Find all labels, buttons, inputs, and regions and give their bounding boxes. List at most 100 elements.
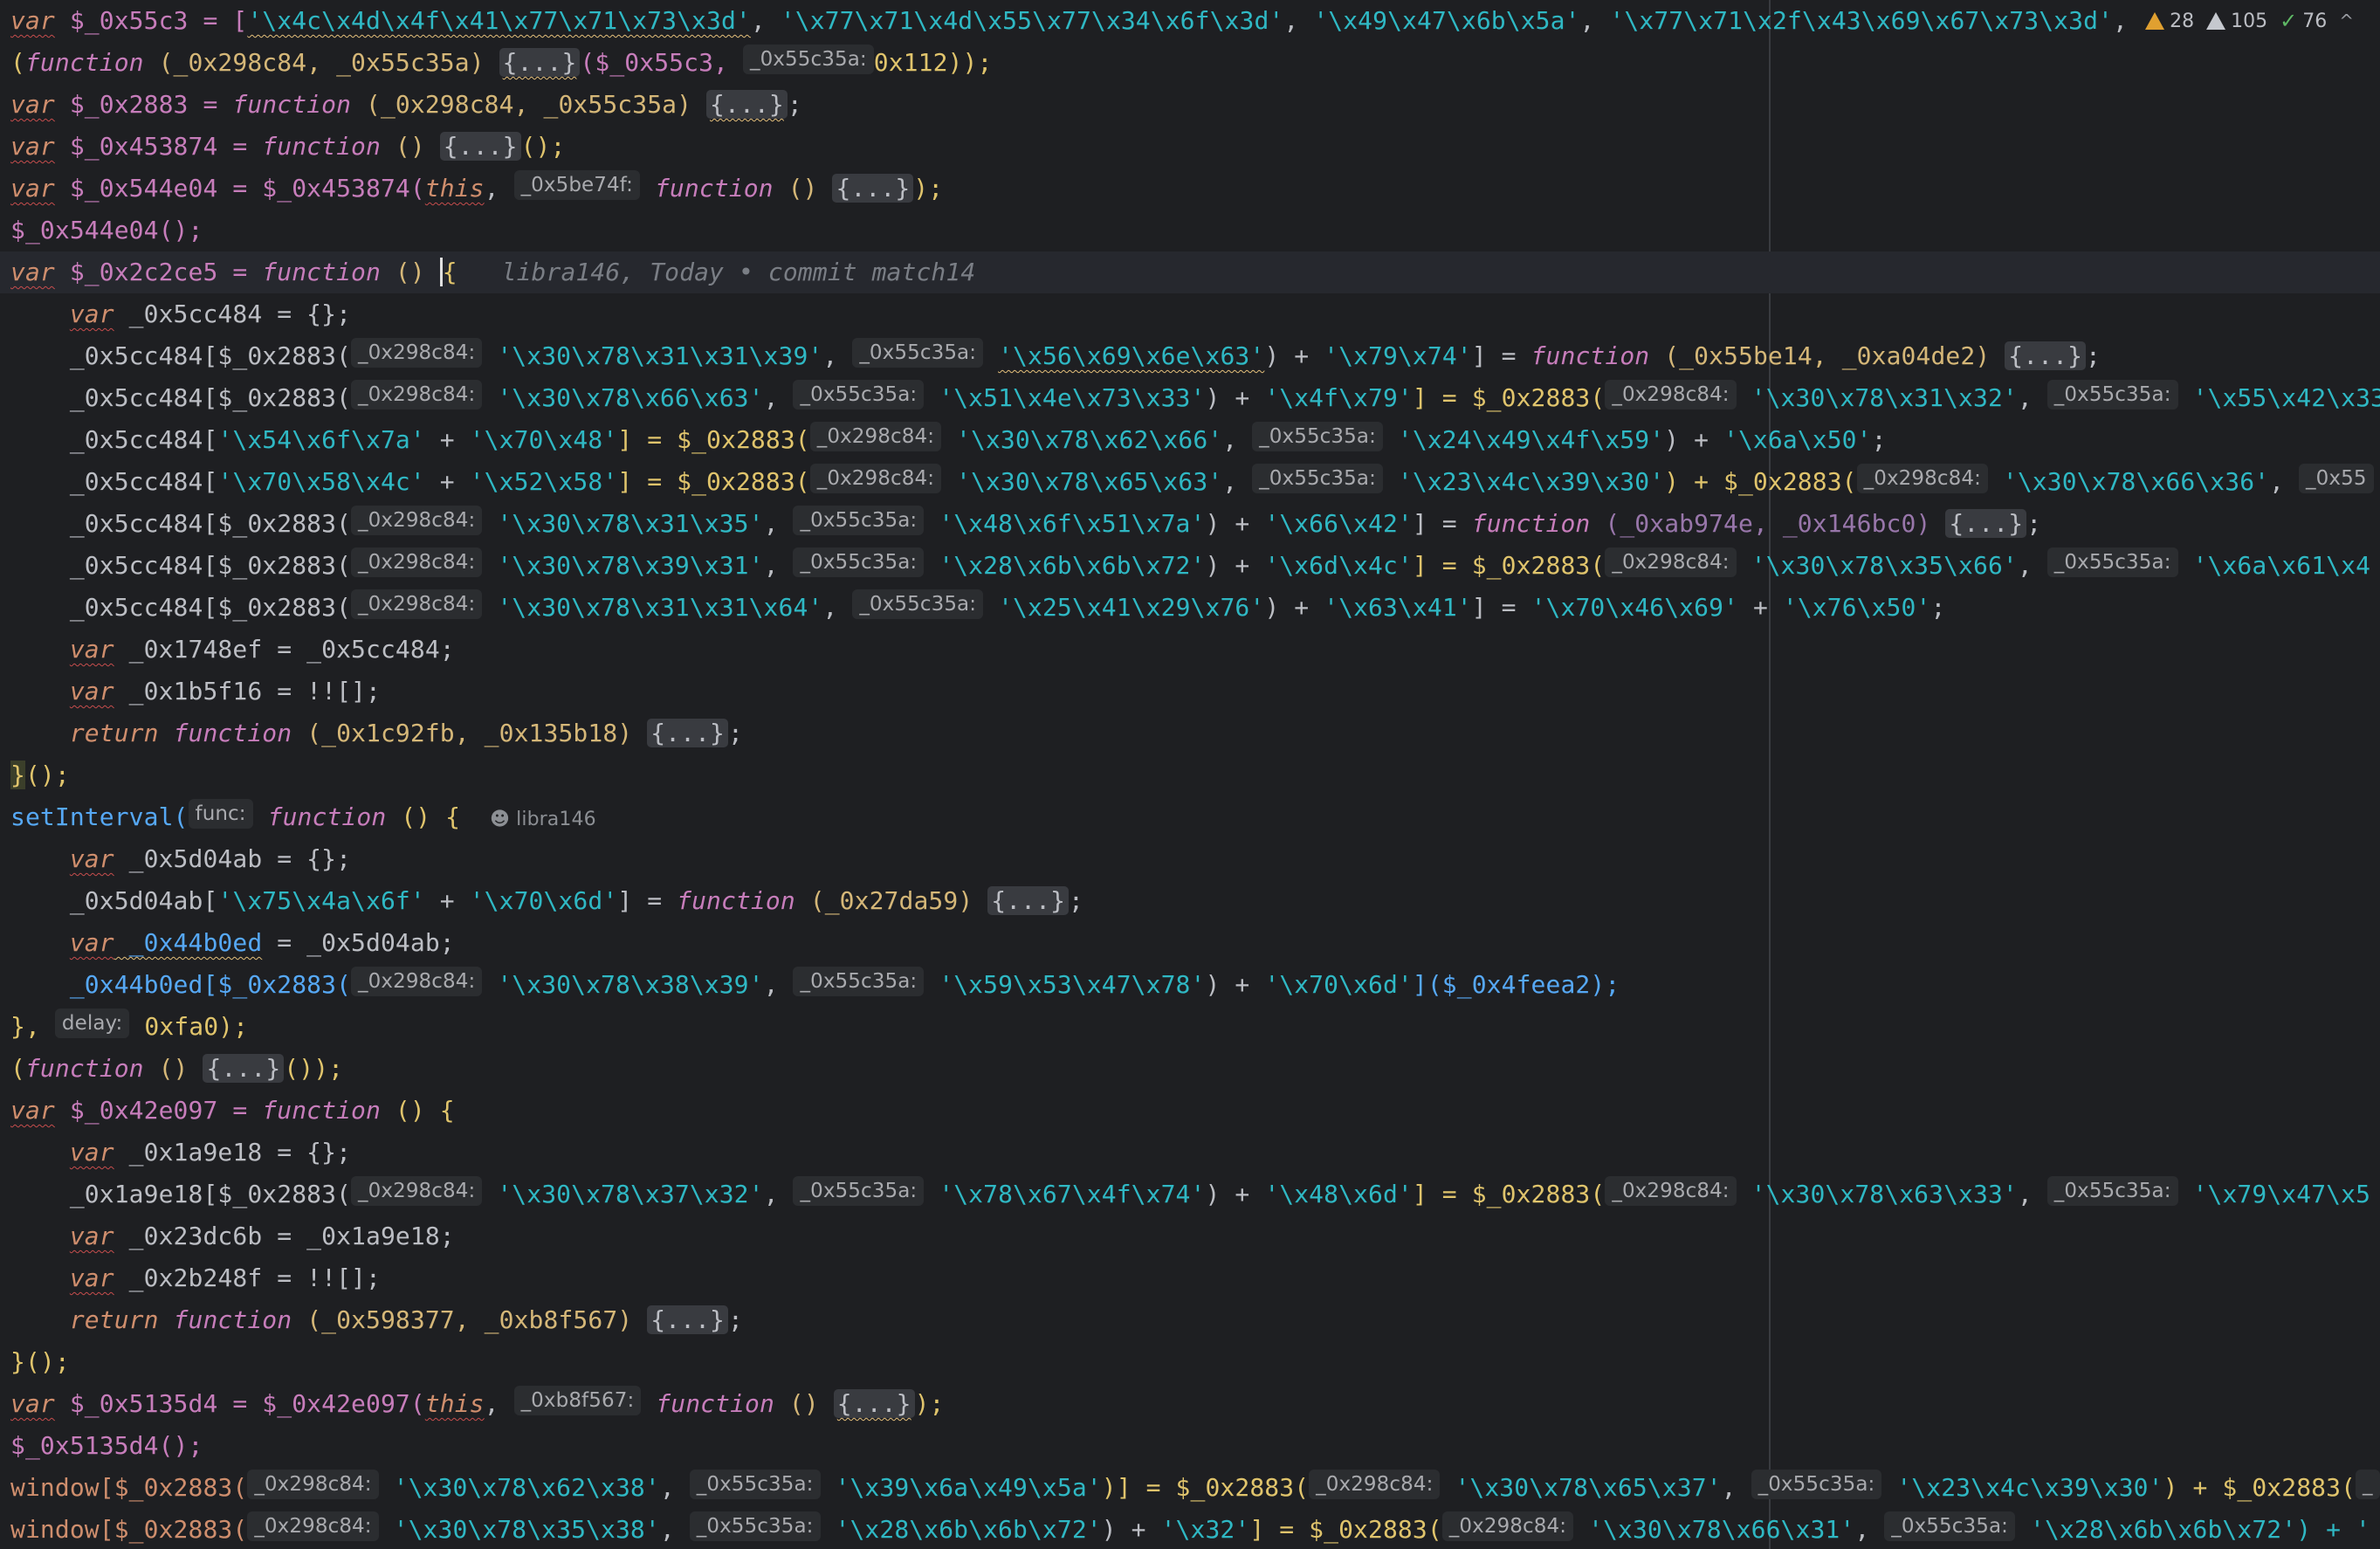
- code-line-21[interactable]: var _0x5d04ab = {};: [10, 838, 2380, 880]
- folded-region[interactable]: {...}: [647, 1305, 729, 1334]
- folded-region[interactable]: {...}: [833, 1389, 915, 1418]
- code-line-1[interactable]: var $_0x55c3 = ['\x4c\x4d\x4f\x41\x77\x7…: [10, 0, 2380, 42]
- code-line-25[interactable]: }, delay: 0xfa0);: [10, 1006, 2380, 1048]
- string-literal: '\x39\x6a\x49\x5a': [835, 1473, 1102, 1502]
- code-line-8[interactable]: var _0x5cc484 = {};: [10, 293, 2380, 335]
- code-line-11[interactable]: _0x5cc484['\x54\x6f\x7a' + '\x70\x48'] =…: [10, 419, 2380, 461]
- code-line-36[interactable]: window[$_0x2883(_0x298c84: '\x30\x78\x62…: [10, 1467, 2380, 1509]
- code-line-22[interactable]: _0x5d04ab['\x75\x4a\x6f' + '\x70\x6d'] =…: [10, 880, 2380, 922]
- code-text: );: [913, 174, 944, 203]
- code-line-20[interactable]: setInterval(func: function () { ☻ libra1…: [10, 796, 2380, 838]
- code-line-23[interactable]: var _0x44b0ed = _0x5d04ab;: [10, 922, 2380, 964]
- code-text: (): [380, 132, 440, 161]
- keyword: function: [1530, 341, 1650, 370]
- ok-count-value: 76: [2302, 10, 2328, 32]
- parameter-hint: _0x298c84:: [1856, 464, 1988, 493]
- code-text: ,: [2017, 551, 2047, 580]
- folded-region[interactable]: {...}: [832, 174, 914, 203]
- code-text: ] = $_0x2883(: [1412, 1180, 1606, 1208]
- folded-region[interactable]: {...}: [647, 719, 729, 747]
- code-line-30[interactable]: var _0x23dc6b = _0x1a9e18;: [10, 1215, 2380, 1257]
- code-line-14[interactable]: _0x5cc484[$_0x2883(_0x298c84: '\x30\x78\…: [10, 545, 2380, 587]
- code-line-26[interactable]: (function () {...} ());: [10, 1048, 2380, 1090]
- code-text: $_0x5135d4();: [10, 1431, 203, 1460]
- keyword: function: [24, 48, 144, 77]
- inspection-widget[interactable]: 28 105 ✓ 76 ^: [2128, 0, 2380, 42]
- keyword: function: [267, 802, 387, 831]
- keyword: return: [69, 1305, 159, 1334]
- code-line-9[interactable]: _0x5cc484[$_0x2883(_0x298c84: '\x30\x78\…: [10, 335, 2380, 377]
- code-line-31[interactable]: var _0x2b248f = !![];: [10, 1257, 2380, 1299]
- code-text: _0x5cc484[: [69, 467, 218, 496]
- error-count[interactable]: 28: [2145, 10, 2194, 32]
- parameter-hint: _0x298c84:: [809, 422, 942, 451]
- parameter-hint: _0x55c35a:: [852, 589, 984, 619]
- string-literal: '\x30\x78\x66\x36': [2002, 467, 2270, 496]
- code-text: ] =: [617, 886, 678, 915]
- code-text: (): [773, 174, 833, 203]
- code-line-32[interactable]: return function (_0x598377, _0xb8f567) {…: [10, 1299, 2380, 1341]
- code-text: () {: [380, 1096, 455, 1125]
- code-line-7[interactable]: var $_0x2c2ce5 = function () { libra146,…: [0, 251, 2380, 293]
- parameter-hint: _0x55c35a:: [793, 506, 925, 535]
- code-line-4[interactable]: var $_0x453874 = function () {...} ();: [10, 126, 2380, 168]
- string-literal: '\x23\x4c\x39\x30': [1896, 1473, 2163, 1502]
- parameter-hint: _0x298c84:: [351, 967, 483, 996]
- code-line-17[interactable]: var _0x1b5f16 = !![];: [10, 671, 2380, 713]
- keyword: this: [424, 174, 485, 203]
- code-text: ] = $_0x2883(: [617, 467, 810, 496]
- code-line-37[interactable]: window[$_0x2883(_0x298c84: '\x30\x78\x35…: [10, 1509, 2380, 1549]
- author-hint[interactable]: ☻ libra146: [490, 809, 596, 830]
- code-line-29[interactable]: _0x1a9e18[$_0x2883(_0x298c84: '\x30\x78\…: [10, 1174, 2380, 1215]
- code-line-16[interactable]: var _0x1748ef = _0x5cc484;: [10, 629, 2380, 671]
- warning-count[interactable]: 105: [2206, 10, 2267, 32]
- number-literal: 0xfa0: [144, 1012, 219, 1041]
- code-line-28[interactable]: var _0x1a9e18 = {};: [10, 1132, 2380, 1174]
- keyword: var: [10, 132, 55, 161]
- code-line-3[interactable]: var $_0x2883 = function (_0x298c84, _0x5…: [10, 84, 2380, 126]
- code-text: (_0x55be14, _0xa04de2): [1649, 341, 2005, 370]
- code-text: ,: [1854, 1515, 1885, 1544]
- chevron-up-icon[interactable]: ^: [2339, 10, 2354, 31]
- code-line-15[interactable]: _0x5cc484[$_0x2883(_0x298c84: '\x30\x78\…: [10, 587, 2380, 629]
- code-text: +: [424, 425, 470, 454]
- parameter-hint: func:: [188, 799, 253, 829]
- string-literal: '\x54\x6f\x7a': [217, 425, 425, 454]
- code-text: ) + $_0x2883(: [2163, 1473, 2356, 1502]
- parameter-hint: _0x298c84:: [351, 380, 483, 410]
- folded-region[interactable]: {...}: [499, 48, 581, 77]
- code-line-18[interactable]: return function (_0x1c92fb, _0x135b18) {…: [10, 713, 2380, 754]
- code-line-6[interactable]: $_0x544e04();: [10, 210, 2380, 251]
- git-blame-annotation[interactable]: libra146, Today • commit match14: [502, 258, 976, 286]
- code-text: _0x1a9e18 = {};: [113, 1138, 352, 1167]
- code-text: );: [914, 1389, 945, 1418]
- keyword: var: [10, 1389, 55, 1418]
- folded-region[interactable]: {...}: [439, 132, 521, 161]
- parameter-hint: _0x55c35a:: [689, 1511, 821, 1541]
- folded-region[interactable]: {...}: [203, 1054, 285, 1083]
- folded-region[interactable]: {...}: [2005, 341, 2087, 370]
- code-line-33[interactable]: }();: [10, 1341, 2380, 1383]
- code-line-19[interactable]: }();: [10, 754, 2380, 796]
- code-line-5[interactable]: var $_0x544e04 = $_0x453874(this, _0x5be…: [10, 168, 2380, 210]
- ok-count[interactable]: ✓ 76: [2280, 9, 2327, 33]
- code-line-27[interactable]: var $_0x42e097 = function () {: [10, 1090, 2380, 1132]
- parameter-hint: _0x298c84:: [809, 464, 942, 493]
- code-text: ());: [284, 1054, 344, 1083]
- parameter-hint: _0x298c84:: [351, 589, 483, 619]
- code-text: _0x5cc484[$_0x2883(: [69, 593, 352, 622]
- code-line-24[interactable]: _0x44b0ed[$_0x2883(_0x298c84: '\x30\x78\…: [10, 964, 2380, 1006]
- code-text: +: [1737, 593, 1783, 622]
- code-line-10[interactable]: _0x5cc484[$_0x2883(_0x298c84: '\x30\x78\…: [10, 377, 2380, 419]
- code-line-35[interactable]: $_0x5135d4();: [10, 1425, 2380, 1467]
- code-editor[interactable]: var $_0x55c3 = ['\x4c\x4d\x4f\x41\x77\x7…: [0, 0, 2380, 1549]
- folded-region[interactable]: {...}: [706, 90, 788, 119]
- code-line-12[interactable]: _0x5cc484['\x70\x58\x4c' + '\x52\x58'] =…: [10, 461, 2380, 503]
- code-line-13[interactable]: _0x5cc484[$_0x2883(_0x298c84: '\x30\x78\…: [10, 503, 2380, 545]
- code-text: _0x5cc484[$_0x2883(: [69, 341, 352, 370]
- parameter-hint: _0x298c84:: [351, 506, 483, 535]
- folded-region[interactable]: {...}: [987, 886, 1070, 915]
- code-line-2[interactable]: (function (_0x298c84, _0x55c35a) {...} ($…: [10, 42, 2380, 84]
- folded-region[interactable]: {...}: [1945, 509, 2027, 538]
- code-line-34[interactable]: var $_0x5135d4 = $_0x42e097(this, _0xb8f…: [10, 1383, 2380, 1425]
